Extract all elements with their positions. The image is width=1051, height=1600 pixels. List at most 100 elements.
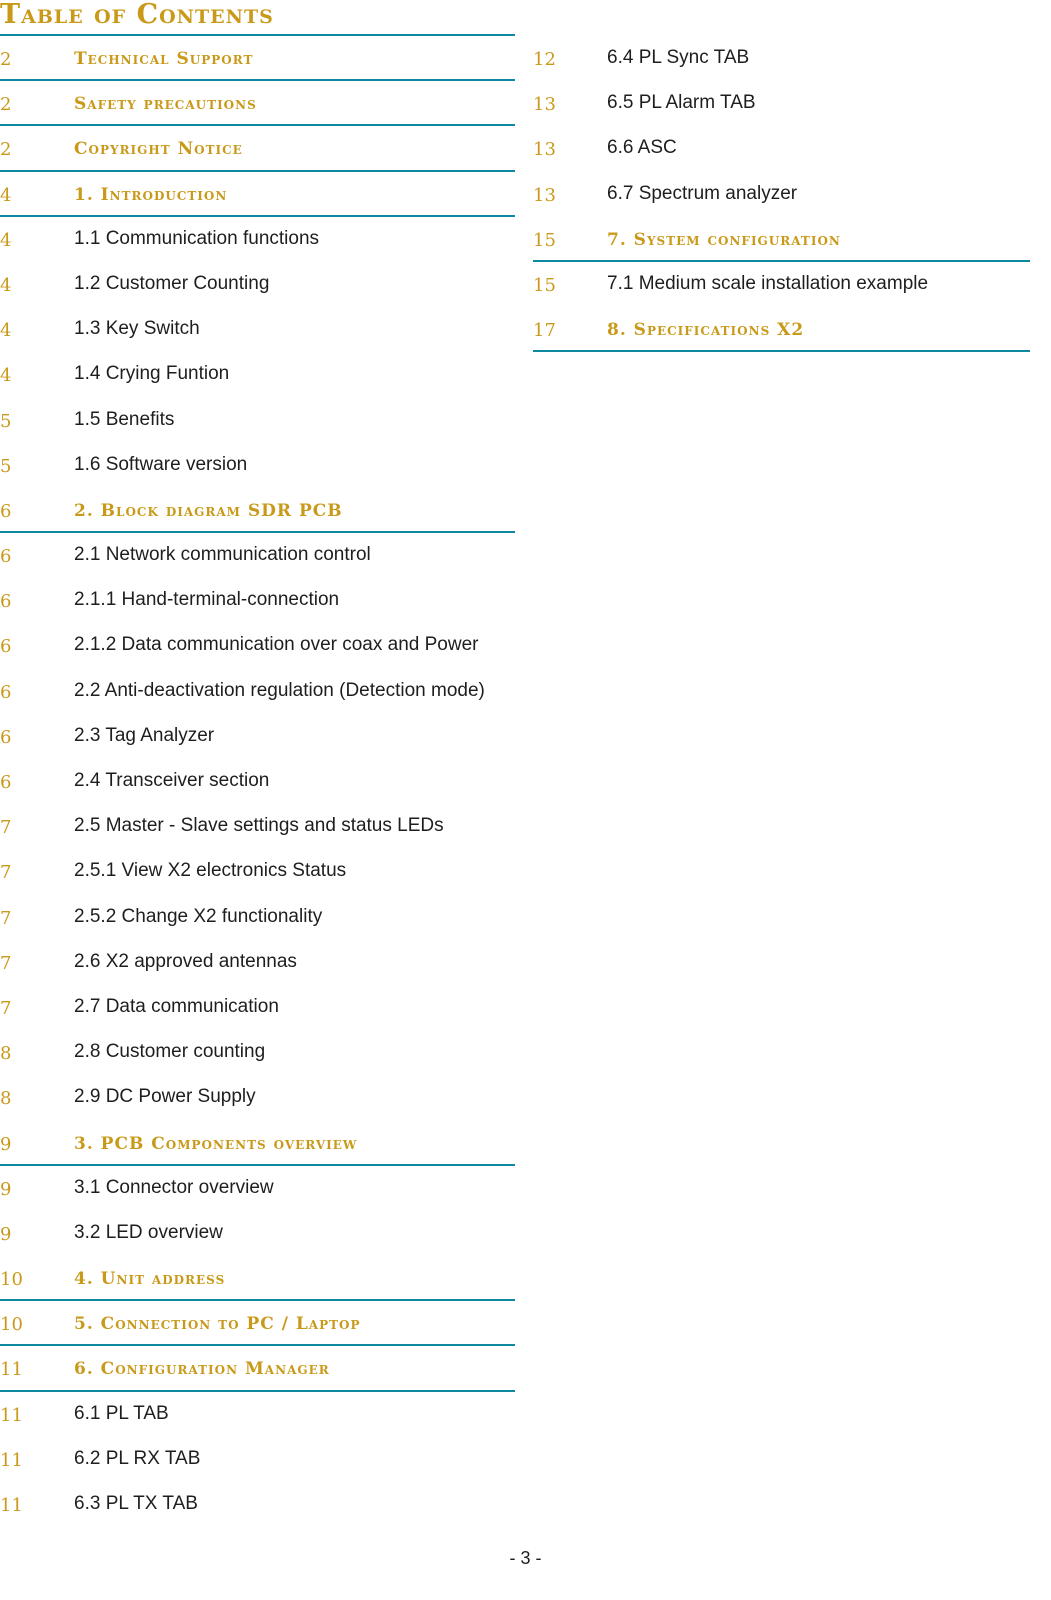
toc-entry-label[interactable]: Safety precautions — [74, 94, 257, 114]
toc-entry-label[interactable]: 2.5 Master - Slave settings and status L… — [74, 815, 444, 837]
toc-page-number: 2 — [0, 49, 12, 70]
toc-subsection-entry[interactable]: 8 2.9 DC Power Supply — [0, 1075, 515, 1120]
toc-section-entry[interactable]: 2 Copyright Notice — [0, 126, 515, 172]
toc-section-entry[interactable]: 15 7. System configuration — [533, 217, 1030, 263]
toc-subsection-entry[interactable]: 5 1.5 Benefits — [0, 398, 515, 443]
toc-entry-label[interactable]: 6. Configuration Manager — [74, 1359, 330, 1379]
toc-section-entry[interactable]: 11 6. Configuration Manager — [0, 1346, 515, 1392]
toc-subsection-entry[interactable]: 6 2.1 Network communication control — [0, 533, 515, 578]
toc-entry-label[interactable]: 2.4 Transceiver section — [74, 770, 269, 792]
toc-subsection-entry[interactable]: 6 2.1.2 Data communication over coax and … — [0, 623, 515, 668]
toc-section-entry[interactable]: 2 Safety precautions — [0, 81, 515, 127]
toc-entry-label[interactable]: 7. System configuration — [607, 230, 841, 250]
toc-entry-label[interactable]: 6.4 PL Sync TAB — [607, 47, 749, 69]
toc-subsection-entry[interactable]: 11 6.1 PL TAB — [0, 1392, 515, 1437]
toc-entry-label[interactable]: 5. Connection to PC / Laptop — [74, 1314, 361, 1334]
toc-section-entry[interactable]: 2 Technical Support — [0, 36, 515, 82]
toc-page-number: 6 — [0, 772, 12, 793]
toc-entry-label[interactable]: 6.6 ASC — [607, 137, 677, 159]
toc-entry-label[interactable]: 2.1.1 Hand-terminal-connection — [74, 589, 339, 611]
toc-entry-label[interactable]: 6.7 Spectrum analyzer — [607, 183, 797, 205]
toc-subsection-entry[interactable]: 4 1.4 Crying Funtion — [0, 352, 515, 397]
toc-entry-label[interactable]: 2.2 Anti-deactivation regulation (Detect… — [74, 680, 485, 702]
toc-page-number: 6 — [0, 591, 12, 613]
toc-subsection-entry[interactable]: 13 6.5 PL Alarm TAB — [533, 81, 1030, 126]
toc-subsection-entry[interactable]: 6 2.1.1 Hand-terminal-connection — [0, 578, 515, 623]
toc-subsection-entry[interactable]: 9 3.1 Connector overview — [0, 1166, 515, 1211]
toc-entry-label[interactable]: 2.6 X2 approved antennas — [74, 951, 297, 973]
toc-page-number: 4 — [0, 320, 12, 342]
toc-page-number: 8 — [0, 1088, 12, 1110]
toc-entry-label[interactable]: 1.6 Software version — [74, 454, 247, 476]
toc-page-number: 6 — [0, 636, 12, 658]
toc-subsection-entry[interactable]: 11 6.3 PL TX TAB — [0, 1482, 515, 1527]
toc-entry-label[interactable]: 3.2 LED overview — [74, 1222, 223, 1244]
toc-subsection-entry[interactable]: 8 2.8 Customer counting — [0, 1030, 515, 1075]
toc-entry-label[interactable]: 3.1 Connector overview — [74, 1177, 274, 1199]
toc-section-entry[interactable]: 4 1. Introduction — [0, 172, 515, 217]
toc-subsection-entry[interactable]: 7 2.5.1 View X2 electronics Status — [0, 849, 515, 894]
toc-entry-label[interactable]: 2.1 Network communication control — [74, 544, 371, 566]
toc-subsection-entry[interactable]: 5 1.6 Software version — [0, 443, 515, 488]
toc-page-number: 10 — [0, 1269, 23, 1291]
toc-entry-label[interactable]: Copyright Notice — [74, 139, 243, 159]
toc-entry-label[interactable]: 1.4 Crying Funtion — [74, 363, 229, 385]
toc-page-number: 7 — [0, 907, 12, 929]
toc-section-entry[interactable]: 9 3. PCB Components overview — [0, 1121, 515, 1166]
toc-subsection-entry[interactable]: 11 6.2 PL RX TAB — [0, 1437, 515, 1482]
toc-subsection-entry[interactable]: 4 1.3 Key Switch — [0, 307, 515, 352]
toc-entry-label[interactable]: 8. Specifications X2 — [607, 320, 804, 340]
toc-subsection-entry[interactable]: 15 7.1 Medium scale installation example — [533, 262, 1030, 307]
toc-entry-label[interactable]: 6.1 PL TAB — [74, 1403, 169, 1425]
toc-page-number: 4 — [0, 184, 12, 206]
toc-page-number: 7 — [0, 997, 12, 1019]
toc-entry-label[interactable]: 2.1.2 Data communication over coax and P… — [74, 634, 479, 656]
toc-subsection-entry[interactable]: 6 2.2 Anti-deactivation regulation (Detec… — [0, 669, 515, 714]
toc-section-entry[interactable]: 17 8. Specifications X2 — [533, 307, 1030, 353]
toc-entry-label[interactable]: 7.1 Medium scale installation example — [607, 273, 928, 295]
toc-subsection-entry[interactable]: 12 6.4 PL Sync TAB — [533, 36, 1030, 81]
toc-subsection-entry[interactable]: 4 1.1 Communication functions — [0, 217, 515, 262]
toc-entry-label[interactable]: 6.5 PL Alarm TAB — [607, 92, 756, 114]
toc-subsection-entry[interactable]: 6 2.4 Transceiver section — [0, 759, 515, 804]
toc-subsection-entry[interactable]: 7 2.5 Master - Slave settings and status … — [0, 804, 515, 849]
toc-subsection-entry[interactable]: 6 2.3 Tag Analyzer — [0, 714, 515, 759]
toc-subsection-entry[interactable]: 13 6.7 Spectrum analyzer — [533, 172, 1030, 217]
toc-section-entry[interactable]: 6 2. Block diagram SDR PCB — [0, 488, 515, 534]
page-title: Table of Contents — [0, 0, 274, 30]
toc-entry-label[interactable]: 2.5.1 View X2 electronics Status — [74, 860, 346, 882]
toc-page-number: 2 — [0, 139, 12, 161]
toc-section-entry[interactable]: 10 5. Connection to PC / Laptop — [0, 1301, 515, 1347]
toc-entry-label[interactable]: 1. Introduction — [74, 185, 227, 205]
toc-page-number: 6 — [0, 726, 12, 748]
toc-entry-label[interactable]: 2.5.2 Change X2 functionality — [74, 906, 322, 928]
toc-entry-label[interactable]: 1.3 Key Switch — [74, 318, 200, 340]
toc-subsection-entry[interactable]: 7 2.7 Data communication — [0, 985, 515, 1030]
toc-entry-label[interactable]: 2.3 Tag Analyzer — [74, 725, 214, 747]
toc-section-entry[interactable]: 10 4. Unit address — [0, 1256, 515, 1302]
toc-entry-label[interactable]: 2. Block diagram SDR PCB — [74, 501, 343, 521]
toc-subsection-entry[interactable]: 7 2.6 X2 approved antennas — [0, 940, 515, 985]
toc-entry-label[interactable]: 1.1 Communication functions — [74, 228, 319, 250]
toc-page-number: 7 — [0, 817, 12, 839]
toc-page-number: 11 — [0, 1449, 23, 1471]
toc-page-number: 5 — [0, 455, 12, 477]
toc-entry-label[interactable]: 2.9 DC Power Supply — [74, 1086, 256, 1108]
toc-page-number: 11 — [0, 1359, 23, 1381]
toc-entry-label[interactable]: 3. PCB Components overview — [74, 1134, 357, 1154]
toc-entry-label[interactable]: 1.5 Benefits — [74, 409, 174, 431]
toc-page-number: 11 — [0, 1495, 23, 1516]
toc-page-number: 4 — [0, 229, 12, 251]
toc-subsection-entry[interactable]: 4 1.2 Customer Counting — [0, 262, 515, 307]
toc-subsection-entry[interactable]: 7 2.5.2 Change X2 functionality — [0, 895, 515, 940]
toc-page-number: 10 — [0, 1314, 23, 1336]
toc-entry-label[interactable]: Technical Support — [74, 49, 253, 69]
toc-subsection-entry[interactable]: 13 6.6 ASC — [533, 126, 1030, 171]
toc-entry-label[interactable]: 2.7 Data communication — [74, 996, 279, 1018]
toc-entry-label[interactable]: 2.8 Customer counting — [74, 1041, 265, 1063]
toc-entry-label[interactable]: 1.2 Customer Counting — [74, 273, 269, 295]
toc-entry-label[interactable]: 4. Unit address — [74, 1269, 225, 1289]
toc-entry-label[interactable]: 6.2 PL RX TAB — [74, 1448, 200, 1470]
toc-subsection-entry[interactable]: 9 3.2 LED overview — [0, 1211, 515, 1256]
toc-entry-label[interactable]: 6.3 PL TX TAB — [74, 1493, 198, 1515]
